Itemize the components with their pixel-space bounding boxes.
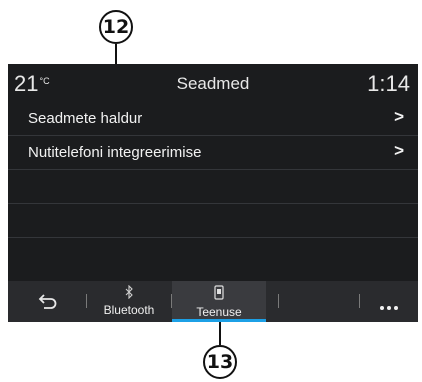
more-button[interactable] — [360, 281, 418, 322]
bottom-tab-bar: Bluetooth Teenuse — [8, 281, 418, 322]
callout-13: 13 — [203, 345, 237, 379]
phone-services-icon — [172, 285, 266, 303]
tab-label: Teenuse — [196, 305, 242, 319]
chevron-right-icon: > — [394, 141, 404, 160]
empty-row — [8, 170, 418, 204]
devices-menu-list: Seadmete haldur > Nutitelefoni integreer… — [8, 102, 418, 271]
more-dots-icon — [379, 298, 399, 316]
back-arrow-icon — [38, 292, 58, 315]
clock: 1:14 — [367, 71, 410, 96]
page-title: Seadmed — [176, 74, 250, 93]
empty-row — [8, 204, 418, 238]
empty-row — [8, 238, 418, 271]
menu-item-device-manager[interactable]: Seadmete haldur > — [8, 102, 418, 136]
infotainment-screen: 21°C Seadmed 1:14 Seadmete haldur > Nuti… — [8, 64, 418, 322]
callout-13-leader — [219, 322, 221, 345]
back-button[interactable] — [8, 281, 86, 322]
tab-bluetooth[interactable]: Bluetooth — [88, 281, 170, 322]
separator — [86, 294, 87, 308]
tab-services[interactable]: Teenuse — [172, 281, 266, 322]
separator — [278, 294, 279, 308]
chevron-right-icon: > — [394, 107, 404, 126]
menu-item-label: Seadmete haldur — [28, 110, 143, 127]
menu-item-label: Nutitelefoni integreerimise — [28, 144, 202, 161]
tab-label: Bluetooth — [103, 303, 155, 317]
callout-12: 12 — [99, 10, 133, 44]
status-bar: 21°C Seadmed 1:14 — [8, 64, 418, 102]
menu-item-smartphone-integration[interactable]: Nutitelefoni integreerimise > — [8, 136, 418, 170]
bluetooth-icon — [88, 284, 170, 302]
